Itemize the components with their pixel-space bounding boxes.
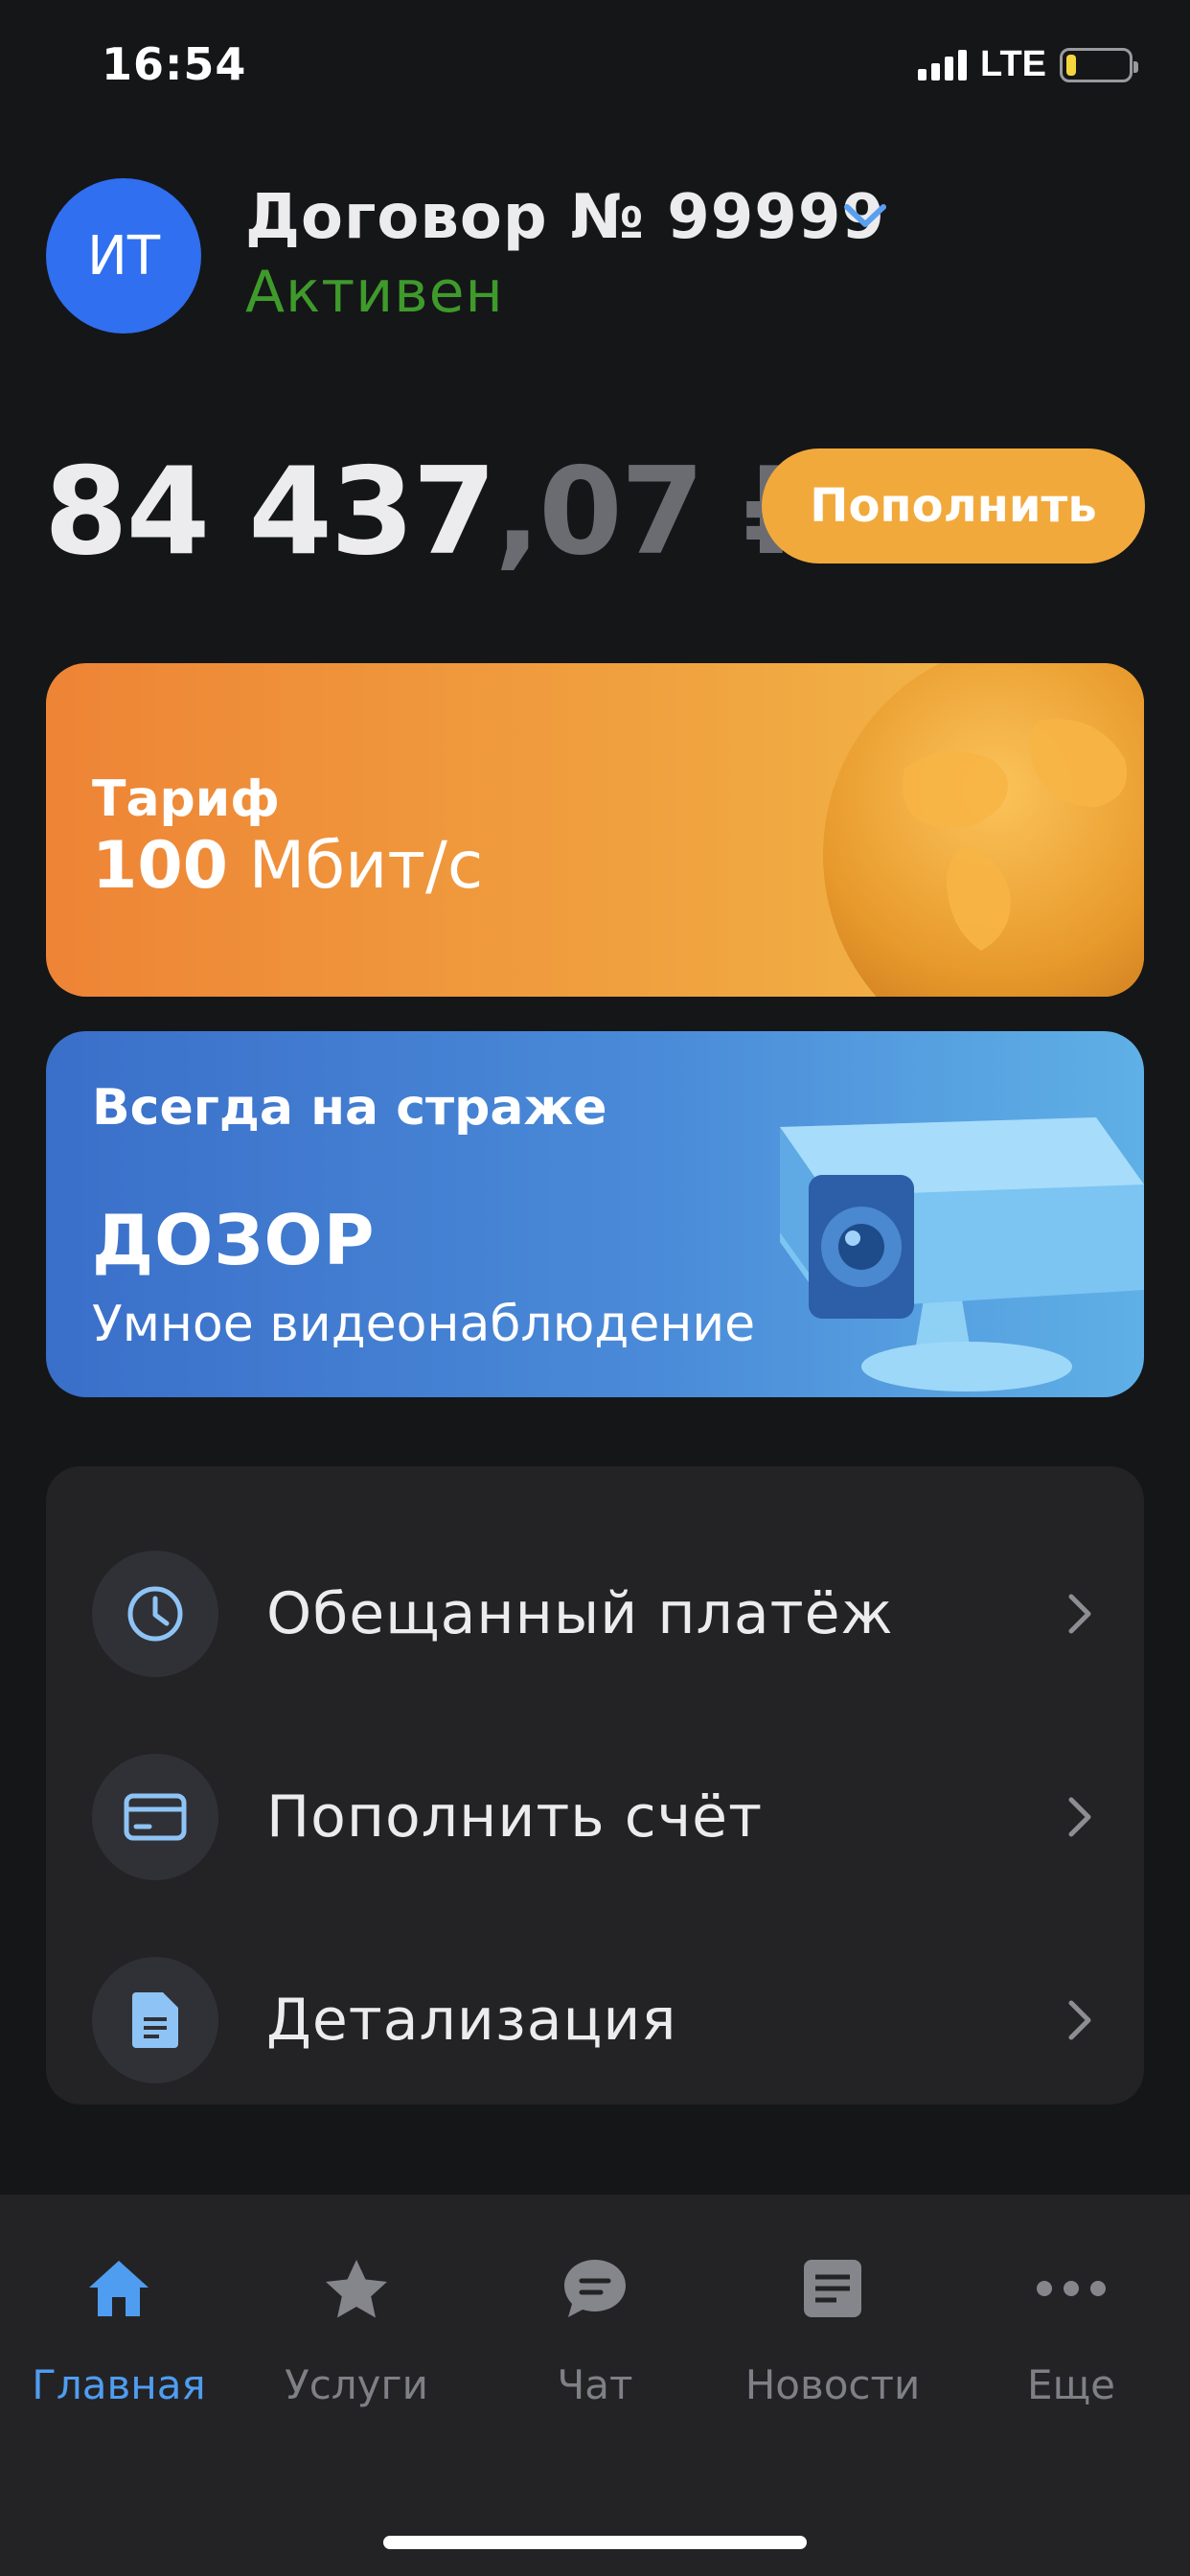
avatar[interactable]: ИТ — [46, 178, 201, 334]
chat-icon — [559, 2252, 631, 2325]
star-icon — [320, 2252, 393, 2325]
menu-item-topup-account[interactable]: Пополнить счёт — [46, 1715, 1144, 1919]
nav-label: Чат — [557, 2361, 633, 2408]
chevron-right-icon — [1068, 1797, 1091, 1837]
topup-button[interactable]: Пополнить — [762, 448, 1145, 564]
chevron-right-icon — [1068, 1594, 1091, 1634]
credit-card-icon — [92, 1754, 218, 1880]
nav-item-news[interactable]: Новости — [714, 2252, 951, 2444]
dozor-card[interactable]: Всегда на страже ДОЗОР Умное видеонаблюд… — [46, 1031, 1144, 1397]
nav-item-home[interactable]: Главная — [0, 2252, 238, 2444]
balance-integer: 84 437 — [44, 441, 496, 582]
contract-title[interactable]: Договор № 99999 — [245, 182, 885, 253]
dozor-subtitle: Умное видеонаблюдение — [92, 1296, 756, 1353]
menu-item-label: Детализация — [266, 1987, 677, 2054]
nav-item-chat[interactable]: Чат — [476, 2252, 714, 2444]
tariff-card[interactable]: Тариф 100 Мбит/с — [46, 663, 1144, 997]
tariff-speed: 100 Мбит/с — [92, 828, 483, 904]
tariff-speed-value: 100 — [92, 828, 228, 904]
nav-item-more[interactable]: Еще — [952, 2252, 1190, 2444]
tariff-label: Тариф — [92, 770, 280, 828]
home-indicator[interactable] — [383, 2536, 807, 2549]
security-camera-image — [780, 1117, 1144, 1392]
document-icon — [92, 1957, 218, 2083]
chevron-right-icon — [1068, 2000, 1091, 2040]
status-time: 16:54 — [102, 38, 247, 90]
nav-item-services[interactable]: Услуги — [238, 2252, 475, 2444]
home-icon — [82, 2252, 155, 2325]
more-icon — [1035, 2252, 1108, 2325]
nav-label: Новости — [744, 2361, 921, 2408]
nav-label: Услуги — [285, 2361, 428, 2408]
menu-item-details[interactable]: Детализация — [46, 1919, 1144, 2122]
battery-icon — [1060, 47, 1138, 82]
chevron-down-icon[interactable] — [841, 199, 889, 232]
dozor-tagline: Всегда на страже — [92, 1079, 607, 1137]
status-indicators: LTE — [918, 44, 1138, 85]
nav-label: Главная — [32, 2361, 206, 2408]
balance-amount: 84 437,07 ₽ — [44, 441, 827, 582]
bottom-nav: Главная Услуги Чат Новости Еще — [0, 2195, 1190, 2576]
menu-panel: Обещанный платёж Пополнить счёт Детализа… — [46, 1466, 1144, 2104]
dozor-title: ДОЗОР — [92, 1200, 376, 1280]
nav-label: Еще — [1027, 2361, 1115, 2408]
clock-icon — [92, 1551, 218, 1677]
signal-icon — [918, 49, 968, 80]
tariff-speed-unit: Мбит/с — [248, 828, 484, 904]
menu-item-label: Пополнить счёт — [266, 1783, 764, 1851]
menu-item-promised-payment[interactable]: Обещанный платёж — [46, 1512, 1144, 1715]
network-type: LTE — [980, 44, 1046, 84]
globe-image — [823, 663, 1144, 997]
contract-status: Активен — [245, 259, 504, 326]
news-icon — [796, 2252, 869, 2325]
menu-item-label: Обещанный платёж — [266, 1580, 894, 1647]
